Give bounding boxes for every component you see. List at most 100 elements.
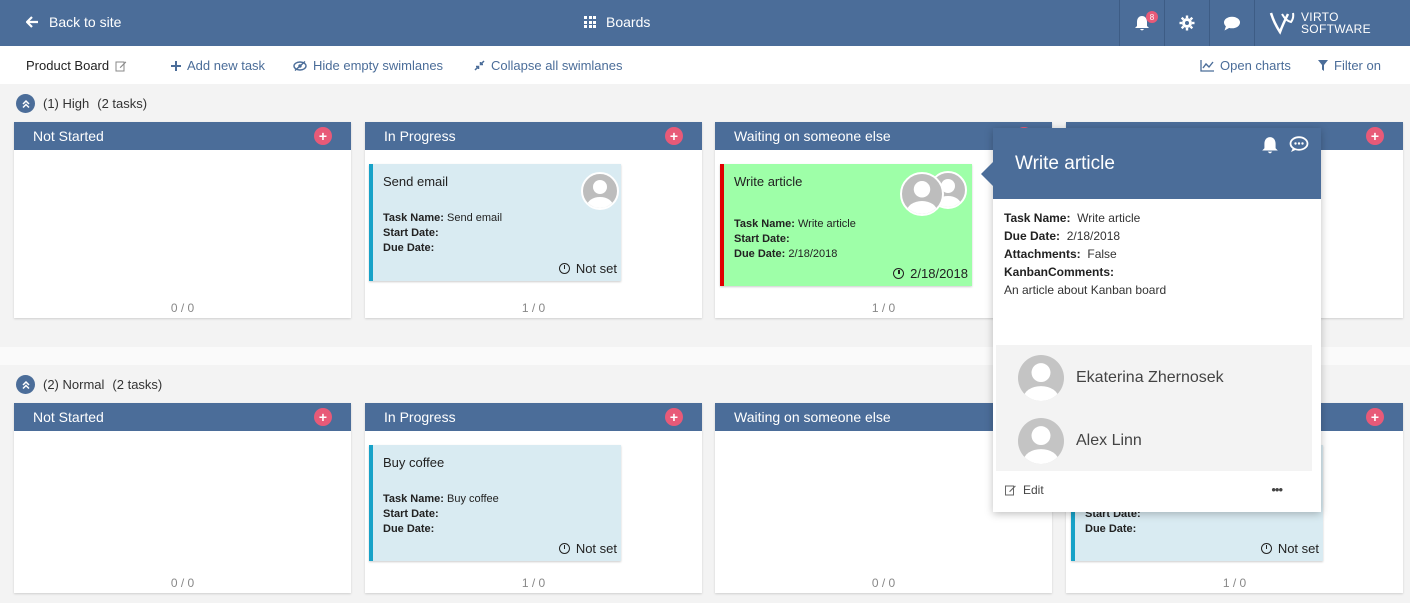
- clock-icon: [1260, 543, 1272, 554]
- topbar-actions: 8 VIRTO SOFTWARE: [1119, 0, 1410, 46]
- notification-badge: 8: [1146, 11, 1158, 23]
- open-charts-button[interactable]: Open charts: [1200, 58, 1291, 73]
- board-name[interactable]: Product Board: [26, 58, 127, 73]
- column-title: In Progress: [384, 128, 456, 144]
- column-count: 0 / 0: [170, 301, 195, 315]
- back-to-site-link[interactable]: Back to site: [26, 14, 121, 30]
- comments-value: An article about Kanban board: [1004, 283, 1167, 297]
- add-task-button[interactable]: +: [665, 127, 683, 145]
- column-title: In Progress: [384, 409, 456, 425]
- bell-icon[interactable]: [1261, 136, 1279, 155]
- user-silhouette-icon: [587, 180, 613, 208]
- filter-button[interactable]: Filter on: [1318, 58, 1381, 73]
- edit-icon[interactable]: [115, 60, 127, 72]
- add-task-button[interactable]: +: [665, 408, 683, 426]
- assigned-user[interactable]: Alex Linn: [1018, 418, 1142, 464]
- card-title: Buy coffee: [383, 455, 445, 470]
- add-task-button[interactable]: +: [1366, 127, 1384, 145]
- avatar[interactable]: [581, 172, 619, 210]
- swimlane-task-count: (2 tasks): [97, 96, 148, 111]
- notifications-button[interactable]: 8: [1119, 0, 1164, 46]
- board-name-label: Product Board: [26, 58, 110, 73]
- task-name-value: Write article: [798, 218, 856, 230]
- avatar: [1018, 418, 1064, 464]
- field-label: Task Name:: [734, 218, 795, 230]
- boards-menu[interactable]: Boards: [584, 14, 650, 30]
- add-new-task-button[interactable]: Add new task: [171, 58, 265, 73]
- popup-details: Task Name: Write article Due Date: 2/18/…: [993, 199, 1321, 309]
- column-title: Not Started: [33, 128, 104, 144]
- add-task-button[interactable]: +: [1366, 408, 1384, 426]
- eye-slash-icon: [293, 60, 307, 71]
- avatar[interactable]: [900, 172, 944, 216]
- column-count: 0 / 0: [871, 576, 896, 590]
- card-due-date: 2/18/2018: [910, 266, 968, 281]
- virto-logo: VIRTO SOFTWARE: [1254, 0, 1410, 46]
- card-title: Send email: [383, 174, 449, 189]
- swimlane-title: (2) Normal: [43, 377, 105, 392]
- open-charts-label: Open charts: [1220, 58, 1291, 73]
- edit-icon: [1005, 485, 1016, 495]
- field-label: Due Date:: [1085, 523, 1137, 535]
- grid-icon: [584, 16, 596, 28]
- column-count: 0 / 0: [170, 576, 195, 590]
- speech-bubble-icon: [1224, 16, 1240, 30]
- gear-icon: [1179, 15, 1195, 31]
- hide-empty-swimlanes-button[interactable]: Hide empty swimlanes: [293, 58, 443, 73]
- chevron-up-double-icon: [21, 99, 30, 108]
- user-silhouette-icon: [1023, 363, 1059, 401]
- clock-icon: [558, 543, 570, 554]
- comment-icon[interactable]: [1289, 136, 1309, 153]
- task-card-buy-coffee[interactable]: Buy coffee Task Name: Buy coffee Start D…: [369, 445, 621, 561]
- user-silhouette-icon: [906, 181, 938, 214]
- field-label: Start Date:: [383, 508, 439, 520]
- swimlane-normal-header[interactable]: (2) Normal (2 tasks): [16, 375, 162, 394]
- column-title: Waiting on someone else: [734, 409, 891, 425]
- collapse-all-swimlanes-button[interactable]: Collapse all swimlanes: [474, 58, 623, 73]
- settings-button[interactable]: [1164, 0, 1209, 46]
- popup-title: Write article: [1015, 153, 1115, 174]
- field-label: Due Date:: [734, 248, 786, 260]
- swimlane-high-header[interactable]: (1) High (2 tasks): [16, 94, 147, 113]
- top-bar: Back to site Boards 8 VIRTO SOFTWARE: [0, 0, 1410, 46]
- field-label: Task Name:: [1004, 211, 1071, 225]
- task-card-write-article[interactable]: Write article Task Name: Write article S…: [720, 164, 972, 286]
- assigned-user[interactable]: Ekaterina Zhernosek: [1018, 355, 1224, 401]
- add-task-button[interactable]: +: [314, 127, 332, 145]
- board-toolbar: Product Board Add new task Hide empty sw…: [0, 46, 1410, 84]
- task-name-value: Buy coffee: [447, 493, 499, 505]
- attachments-value: False: [1087, 247, 1117, 261]
- assigned-users-list: Ekaterina Zhernosek Alex Linn: [996, 345, 1312, 471]
- task-detail-popup: Write article Task Name: Write article D…: [981, 128, 1321, 512]
- field-label: Due Date:: [383, 523, 435, 535]
- task-card-send-email[interactable]: Send email Task Name: Send email Start D…: [369, 164, 621, 281]
- swimlane-task-count: (2 tasks): [112, 377, 163, 392]
- clock-icon: [893, 268, 905, 279]
- task-name-value: Write article: [1077, 211, 1141, 225]
- column-count: 1 / 0: [521, 576, 546, 590]
- filter-label: Filter on: [1334, 58, 1381, 73]
- more-options-button[interactable]: •••: [1271, 482, 1283, 497]
- field-label: KanbanComments:: [1004, 265, 1115, 279]
- filter-icon: [1318, 60, 1328, 71]
- back-to-site-label: Back to site: [49, 14, 122, 30]
- column-count: 1 / 0: [1222, 576, 1247, 590]
- collapse-lane-button[interactable]: [16, 94, 35, 113]
- due-date-value: 2/18/2018: [1066, 229, 1121, 243]
- field-label: Attachments:: [1004, 247, 1081, 261]
- line-chart-icon: [1200, 59, 1214, 72]
- avatar: [1018, 355, 1064, 401]
- add-new-task-label: Add new task: [187, 58, 266, 73]
- user-name: Ekaterina Zhernosek: [1076, 369, 1224, 386]
- clock-icon: [558, 263, 570, 274]
- plus-icon: [171, 60, 181, 71]
- collapse-lane-button[interactable]: [16, 375, 35, 394]
- field-label: Due Date:: [1004, 229, 1061, 243]
- chat-button[interactable]: [1209, 0, 1254, 46]
- card-due-date: Not set: [1277, 541, 1319, 556]
- edit-task-button[interactable]: Edit: [1004, 483, 1044, 497]
- logo-line-software: SOFTWARE: [1301, 22, 1371, 36]
- card-due-date: Not set: [575, 261, 617, 276]
- add-task-button[interactable]: +: [314, 408, 332, 426]
- field-label: Task Name:: [383, 493, 444, 505]
